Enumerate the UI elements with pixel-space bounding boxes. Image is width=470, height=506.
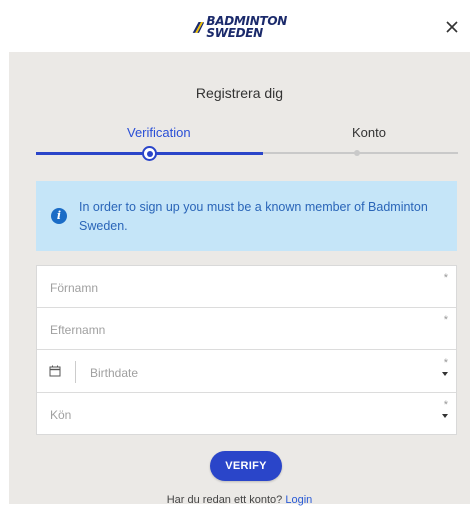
badminton-sweden-logo: BADMINTON SWEDEN <box>191 10 287 44</box>
required-marker: * <box>443 314 448 326</box>
step-konto[interactable]: Konto <box>352 125 386 140</box>
required-marker: * <box>443 399 448 411</box>
info-alert: i In order to sign up you must be a know… <box>36 181 457 251</box>
first-name-field[interactable]: Förnamn * <box>37 266 456 308</box>
login-link[interactable]: Login <box>285 494 312 506</box>
dialog-header: BADMINTON SWEDEN <box>0 0 470 52</box>
close-icon <box>446 21 458 33</box>
last-name-field[interactable]: Efternamn * <box>37 308 456 350</box>
brand-line-2: SWEDEN <box>206 26 263 40</box>
first-name-placeholder: Förnamn <box>50 281 99 295</box>
required-marker: * <box>443 357 448 369</box>
info-text: In order to sign up you must be a known … <box>79 200 428 233</box>
close-button[interactable] <box>441 16 463 38</box>
chevron-down-icon[interactable] <box>442 414 448 418</box>
calendar-icon <box>49 365 61 377</box>
stepper-dot-verification <box>142 146 157 161</box>
stepper-progress-inactive <box>263 152 458 154</box>
required-marker: * <box>443 272 448 284</box>
birthdate-field[interactable]: Birthdate * <box>37 351 456 393</box>
shuttlecock-logo-icon <box>192 21 205 33</box>
step-verification[interactable]: Verification <box>127 125 191 140</box>
info-icon: i <box>51 208 67 224</box>
login-prompt-text: Har du redan ett konto? <box>166 494 283 506</box>
page-title: Registrera dig <box>195 85 284 101</box>
stepper-dot-konto <box>354 150 360 156</box>
field-divider <box>75 361 76 383</box>
registration-panel: Registrera dig Verification Konto i In o… <box>9 52 470 506</box>
gender-placeholder: Kön <box>50 408 72 422</box>
gender-select[interactable]: Kön * <box>37 393 456 435</box>
login-prompt: Har du redan ett konto? Login <box>9 494 470 506</box>
registration-form: Förnamn * Efternamn * Birthdate * Kön * <box>36 265 457 435</box>
birthdate-placeholder: Birthdate <box>90 366 139 380</box>
chevron-down-icon[interactable] <box>442 372 448 376</box>
verify-button[interactable]: VERIFY <box>210 451 282 481</box>
last-name-placeholder: Efternamn <box>50 323 106 337</box>
